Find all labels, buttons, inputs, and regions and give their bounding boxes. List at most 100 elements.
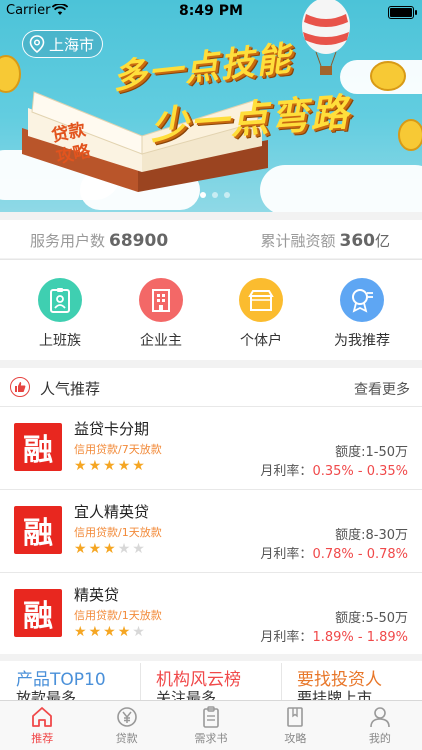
tab-guide[interactable]: 攻略 xyxy=(253,701,337,750)
product-name: 宜人精英贷 xyxy=(74,503,150,521)
product-name: 益贷卡分期 xyxy=(74,420,150,438)
product-name: 精英贷 xyxy=(74,586,120,604)
card-product-top10[interactable]: 产品TOP10 放款最多 xyxy=(0,661,138,701)
shop-icon xyxy=(239,278,283,322)
carousel-dot[interactable] xyxy=(212,192,218,198)
category-grid: 上班族 企业主 个体户 为我推荐 xyxy=(0,259,422,360)
rate-value: 0.78% - 0.78% xyxy=(312,547,408,562)
category-office-worker[interactable]: 上班族 xyxy=(10,278,110,350)
tab-bar: 推荐 贷款 需求书 攻略 我的 xyxy=(0,700,422,750)
popular-section: 人气推荐 查看更多 融 益贷卡分期 信用贷款/7天放款 ★ ★ ★ ★ ★ 额度:1-5… xyxy=(0,368,422,654)
card-subtitle: 要挂牌上市 xyxy=(297,689,373,701)
star-rating: ★ ★ ★ ★ ★ xyxy=(74,625,145,639)
star-empty-icon: ★ xyxy=(132,624,145,640)
star-icon: ★ xyxy=(103,541,116,557)
yen-coin-icon xyxy=(116,707,137,727)
thumbs-up-icon xyxy=(10,377,30,397)
rate-label: 月利率： xyxy=(260,630,313,645)
stat-users-value: 68900 xyxy=(109,231,169,251)
star-icon: ★ xyxy=(88,458,102,474)
tab-label: 攻略 xyxy=(284,732,307,745)
category-self-employed[interactable]: 个体户 xyxy=(211,278,311,350)
stat-financing-value: 360 xyxy=(339,231,375,251)
tab-requirements[interactable]: 需求书 xyxy=(169,701,253,750)
book-icon xyxy=(287,707,304,727)
rate-value: 0.35% - 0.35% xyxy=(312,464,408,479)
stat-financing-unit: 亿 xyxy=(374,232,390,250)
location-pin-icon xyxy=(29,35,45,53)
home-icon xyxy=(32,707,53,727)
banner-carousel[interactable]: 贷款 攻略 多一点技能 少一点弯路 上海市 xyxy=(0,0,422,212)
feature-cards: 产品TOP10 放款最多 机构风云榜 关注最多 要找投资人 要挂牌上市 xyxy=(0,661,422,701)
star-icon: ★ xyxy=(88,624,102,640)
popular-title: 人气推荐 xyxy=(40,380,101,398)
product-tags: 信用贷款/1天放款 xyxy=(74,526,162,539)
product-tags: 信用贷款/7天放款 xyxy=(74,443,162,456)
category-label: 企业主 xyxy=(140,333,182,349)
tab-loan[interactable]: 贷款 xyxy=(84,701,168,750)
product-rate: 月利率：0.78% - 0.78% xyxy=(260,543,408,562)
product-rate: 月利率：1.89% - 1.89% xyxy=(260,626,408,645)
product-tags: 信用贷款/1天放款 xyxy=(74,609,162,622)
star-empty-icon: ★ xyxy=(117,541,131,557)
tab-label: 推荐 xyxy=(31,732,54,745)
category-business-owner[interactable]: 企业主 xyxy=(111,278,211,350)
loan-product-item[interactable]: 融 益贷卡分期 信用贷款/7天放款 ★ ★ ★ ★ ★ 额度:1-50万 月利率：0.3… xyxy=(0,407,422,490)
tab-recommend[interactable]: 推荐 xyxy=(0,701,84,750)
location-label: 上海市 xyxy=(49,35,95,54)
clock-time: 8:49 PM xyxy=(179,3,243,19)
product-amount: 额度:1-50万 xyxy=(335,445,408,460)
rate-value: 1.89% - 1.89% xyxy=(312,630,408,645)
view-more-link[interactable]: 查看更多 xyxy=(354,379,410,399)
star-icon: ★ xyxy=(74,458,87,474)
clipboard-icon xyxy=(203,706,219,728)
card-find-investor[interactable]: 要找投资人 要挂牌上市 xyxy=(281,661,419,701)
status-bar: Carrier 8:49 PM xyxy=(0,0,422,22)
battery-icon xyxy=(388,6,417,19)
product-amount: 额度:8-30万 xyxy=(335,528,408,543)
tab-label: 需求书 xyxy=(194,732,228,745)
user-icon xyxy=(370,707,390,728)
stat-users: 服务用户数 68900 xyxy=(30,230,168,251)
category-label: 上班族 xyxy=(39,333,81,349)
card-subtitle: 关注最多 xyxy=(156,689,217,701)
recommend-badge-icon xyxy=(340,278,384,322)
star-icon: ★ xyxy=(74,624,87,640)
star-icon: ★ xyxy=(103,624,116,640)
stat-users-label: 服务用户数 xyxy=(30,232,106,250)
star-icon: ★ xyxy=(88,541,102,557)
location-selector[interactable]: 上海市 xyxy=(22,30,104,58)
category-label: 个体户 xyxy=(240,333,282,349)
tab-label: 我的 xyxy=(368,732,391,745)
star-icon: ★ xyxy=(74,541,87,557)
star-icon: ★ xyxy=(117,624,131,640)
product-logo: 融 xyxy=(14,589,62,637)
star-rating: ★ ★ ★ ★ ★ xyxy=(74,459,145,473)
star-rating: ★ ★ ★ ★ ★ xyxy=(74,542,145,556)
star-icon: ★ xyxy=(132,458,145,474)
coin-icon xyxy=(398,119,422,151)
stats-bar: 服务用户数 68900 累计融资额 360亿 xyxy=(0,220,422,258)
tab-profile[interactable]: 我的 xyxy=(338,701,422,750)
card-institution-ranking[interactable]: 机构风云榜 关注最多 xyxy=(140,661,278,701)
product-rate: 月利率：0.35% - 0.35% xyxy=(260,460,408,479)
rate-label: 月利率： xyxy=(260,547,313,562)
rate-label: 月利率： xyxy=(260,464,313,479)
star-icon: ★ xyxy=(103,458,116,474)
star-icon: ★ xyxy=(117,458,131,474)
id-badge-icon xyxy=(38,278,82,322)
carousel-indicator xyxy=(200,192,230,198)
popular-header: 人气推荐 查看更多 xyxy=(0,368,422,407)
stat-financing-label: 累计融资额 xyxy=(260,232,336,250)
category-recommend[interactable]: 为我推荐 xyxy=(312,278,412,350)
carousel-dot[interactable] xyxy=(200,192,206,198)
stat-financing: 累计融资额 360亿 xyxy=(260,230,390,251)
product-logo: 融 xyxy=(14,506,62,554)
category-label: 为我推荐 xyxy=(334,333,390,349)
loan-product-item[interactable]: 融 宜人精英贷 信用贷款/1天放款 ★ ★ ★ ★ ★ 额度:8-30万 月利率：0.7… xyxy=(0,490,422,573)
loan-product-item[interactable]: 融 精英贷 信用贷款/1天放款 ★ ★ ★ ★ ★ 额度:5-50万 月利率：1.89%… xyxy=(0,573,422,655)
card-subtitle: 放款最多 xyxy=(16,689,77,701)
cloud-decoration xyxy=(260,165,422,212)
product-amount: 额度:5-50万 xyxy=(335,611,408,626)
carousel-dot[interactable] xyxy=(224,192,230,198)
